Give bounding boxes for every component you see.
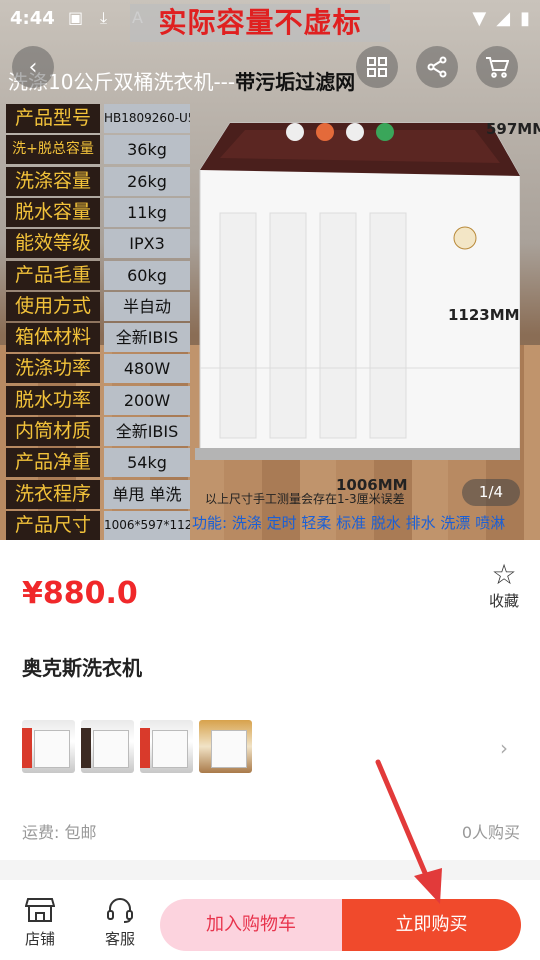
- spec-key: 产品毛重: [6, 260, 100, 290]
- spec-row: 内筒材质 全新IBIS: [6, 417, 190, 446]
- favorite-label: 收藏: [488, 592, 519, 610]
- service-label: 客服: [104, 930, 135, 948]
- dimension-depth: 597MM: [486, 120, 540, 138]
- price: ¥880.0: [22, 576, 138, 611]
- star-icon: ☆: [491, 558, 517, 591]
- spec-value: 60kg: [104, 260, 190, 290]
- back-button[interactable]: ‹: [12, 46, 54, 88]
- buy-now-button[interactable]: 立即购买: [342, 899, 521, 951]
- buyer-count: 0人购买: [461, 823, 520, 842]
- cart-icon: [486, 57, 509, 78]
- spec-row: 脱水容量 11kg: [6, 197, 190, 227]
- spec-row: 箱体材料 全新IBIS: [6, 323, 190, 353]
- spec-key: 洗涤功率: [6, 354, 100, 384]
- spec-value: 200W: [104, 385, 190, 415]
- spec-key: 洗衣程序: [6, 479, 100, 509]
- spec-key: 产品净重: [6, 448, 100, 478]
- shipping-info: 运费: 包邮: [22, 823, 97, 842]
- spec-value: 半自动: [104, 291, 190, 321]
- spec-row: 能效等级 IPX3: [6, 229, 190, 259]
- headset-icon: [107, 898, 133, 923]
- image-icon: ▣: [68, 8, 84, 27]
- spec-value: HB1809260-U596: [104, 104, 190, 133]
- spec-value: 单甩 单洗: [104, 479, 190, 509]
- spec-row: 产品净重 54kg: [6, 448, 190, 478]
- spec-row: 洗涤容量 26kg: [6, 166, 190, 196]
- spec-row: 洗衣程序 单甩 单洗: [6, 479, 190, 509]
- spec-key: 洗+脱总容量: [6, 135, 100, 165]
- grid-button[interactable]: [356, 46, 398, 88]
- spec-value: 26kg: [104, 166, 190, 196]
- washing-machine-image: [195, 122, 520, 460]
- spec-row: 产品型号HB1809260-U596: [6, 104, 190, 133]
- thumbnail-1[interactable]: [22, 720, 75, 773]
- spec-row: 脱水功率 200W: [6, 385, 190, 415]
- spec-key: 箱体材料: [6, 323, 100, 353]
- cart-button[interactable]: [476, 46, 518, 88]
- store-icon: [25, 898, 55, 922]
- spec-value: 480W: [104, 354, 190, 384]
- bottom-action-bar: 店铺 客服 加入购物车 立即购买: [0, 880, 540, 960]
- image-counter: 1/4: [462, 479, 520, 506]
- thumbnail-3[interactable]: [140, 720, 193, 773]
- spec-key: 能效等级: [6, 229, 100, 259]
- spec-row: 洗+脱总容量 36kg: [6, 135, 190, 165]
- thumbnail-strip: [22, 720, 252, 773]
- capacity-banner: 实际容量不虚标: [130, 4, 390, 42]
- product-image-title: 洗涤10公斤双桶洗衣机---带污垢过滤网: [8, 66, 355, 95]
- chevron-right-icon[interactable]: ›: [500, 736, 508, 760]
- measurement-note: 以上尺寸手工测量会存在1-3厘米误差: [205, 492, 405, 506]
- spec-value: IPX3: [104, 229, 190, 259]
- grid-icon: [367, 57, 387, 77]
- battery-icon: ▮: [520, 8, 530, 29]
- spec-key: 脱水功率: [6, 385, 100, 415]
- product-name: 奥克斯洗衣机: [22, 656, 142, 680]
- product-image-carousel[interactable]: 4:44 ▣ ⤓ A ▼ ◢ ▮ 实际容量不虚标 洗涤10公斤双桶洗衣机---带…: [0, 0, 540, 540]
- spec-value: 全新IBIS: [104, 417, 190, 446]
- store-label: 店铺: [24, 930, 55, 948]
- wifi-icon: ▼: [472, 8, 487, 29]
- spec-key: 产品型号: [6, 104, 100, 133]
- spec-value: 1006*597*1123: [104, 510, 190, 540]
- chevron-left-icon: ‹: [28, 54, 38, 80]
- spec-key: 洗涤容量: [6, 166, 100, 196]
- product-info-panel: ¥880.0 ☆ 收藏 奥克斯洗衣机 › 运费: 包邮 0人购买: [0, 540, 540, 860]
- spec-value: 全新IBIS: [104, 323, 190, 353]
- spec-value: 11kg: [104, 197, 190, 227]
- dimension-height: 1123MM: [448, 306, 520, 324]
- spec-row: 使用方式 半自动: [6, 291, 190, 321]
- spec-key: 脱水容量: [6, 197, 100, 227]
- spec-row: 产品毛重 60kg: [6, 260, 190, 290]
- add-to-cart-button[interactable]: 加入购物车: [160, 899, 342, 951]
- thumbnail-4[interactable]: [199, 720, 252, 773]
- spec-value: 36kg: [104, 135, 190, 165]
- function-list: 功能: 洗涤 定时 轻柔 标准 脱水 排水 洗漂 喷淋: [192, 514, 506, 532]
- spec-key: 内筒材质: [6, 417, 100, 446]
- share-button[interactable]: [416, 46, 458, 88]
- spec-row: 产品尺寸1006*597*1123: [6, 510, 190, 540]
- spec-value: 54kg: [104, 448, 190, 478]
- spec-key: 使用方式: [6, 291, 100, 321]
- thumbnail-2[interactable]: [81, 720, 134, 773]
- spec-key: 产品尺寸: [6, 510, 100, 540]
- service-tab[interactable]: 客服: [90, 896, 150, 949]
- share-icon: [427, 56, 447, 78]
- spec-row: 洗涤功率 480W: [6, 354, 190, 384]
- status-time: 4:44: [10, 8, 55, 29]
- title-dark-part: 带污垢过滤网: [235, 70, 356, 94]
- signal-icon: ◢: [496, 8, 511, 29]
- favorite-button[interactable]: ☆ 收藏: [484, 560, 524, 611]
- store-tab[interactable]: 店铺: [10, 896, 70, 949]
- download-icon: ⤓: [100, 8, 108, 27]
